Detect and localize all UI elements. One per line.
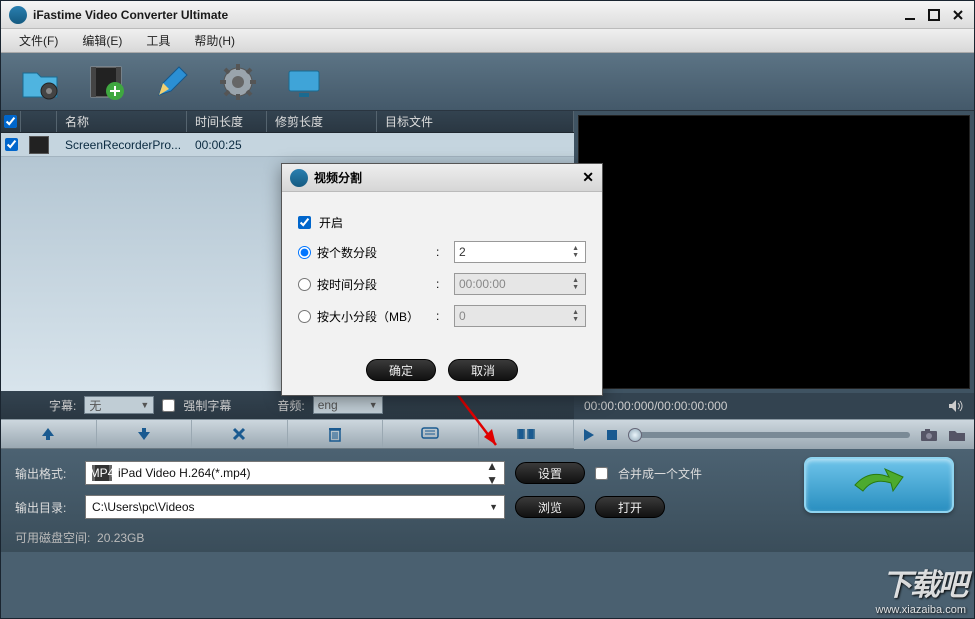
add-video-button[interactable] xyxy=(85,61,127,103)
time-input[interactable]: 00:00:00▲▼ xyxy=(454,273,586,295)
header-checkbox[interactable] xyxy=(1,111,21,132)
subtitle-select[interactable]: 无▼ xyxy=(84,396,154,414)
dialog-titlebar[interactable]: 视频分割 ✕ xyxy=(282,164,602,192)
split-button[interactable] xyxy=(479,420,575,448)
app-icon xyxy=(9,6,27,24)
subtitle-label: 字幕: xyxy=(49,397,76,414)
output-dir-combo[interactable]: C:\Users\pc\Videos ▼ xyxy=(85,495,505,519)
header-target[interactable]: 目标文件 xyxy=(377,111,574,132)
add-file-button[interactable] xyxy=(19,61,61,103)
edit-button[interactable] xyxy=(151,61,193,103)
row-checkbox[interactable] xyxy=(1,133,21,156)
play-controls xyxy=(574,419,974,449)
remove-button[interactable] xyxy=(192,420,288,448)
maximize-button[interactable] xyxy=(926,7,942,23)
by-time-label: 按时间分段 xyxy=(317,276,377,293)
table-row[interactable]: ScreenRecorderPro... 00:00:25 xyxy=(1,133,574,157)
header-name[interactable]: 名称 xyxy=(57,111,187,132)
list-header: 名称 时间长度 修剪长度 目标文件 xyxy=(1,111,574,133)
by-count-radio[interactable] xyxy=(298,246,311,259)
cancel-button[interactable]: 取消 xyxy=(448,359,518,381)
titlebar: iFastime Video Converter Ultimate xyxy=(1,1,974,29)
enable-split-checkbox[interactable] xyxy=(298,216,311,229)
dialog-close-button[interactable]: ✕ xyxy=(582,169,594,186)
count-input[interactable]: 2▲▼ xyxy=(454,241,586,263)
split-dialog: 视频分割 ✕ 开启 按个数分段 : 2▲▼ 按时间分段 : 00:00:00▲▼… xyxy=(281,163,603,396)
preview-pane: 00:00:00:000/00:00:00:000 xyxy=(574,111,974,449)
spinner-icon[interactable]: ▲▼ xyxy=(570,246,581,259)
move-down-button[interactable] xyxy=(97,420,193,448)
list-action-bar xyxy=(1,419,574,449)
menu-file[interactable]: 文件(F) xyxy=(7,29,70,52)
folder-button[interactable] xyxy=(948,428,966,442)
spinner-icon[interactable]: ▲▼ xyxy=(570,310,581,323)
output-area: 输出格式: MP4 iPad Video H.264(*.mp4) ▲▼ 设置 … xyxy=(1,449,974,552)
chevron-down-icon: ▼ xyxy=(489,502,498,512)
by-count-label: 按个数分段 xyxy=(317,244,377,261)
toolbar xyxy=(1,53,974,111)
dialog-title: 视频分割 xyxy=(314,169,362,186)
row-target xyxy=(377,133,574,156)
header-thumb xyxy=(21,111,57,132)
seek-bar[interactable] xyxy=(628,432,910,438)
close-button[interactable] xyxy=(950,7,966,23)
time-display: 00:00:00:000/00:00:00:000 xyxy=(584,399,727,413)
by-size-label: 按大小分段（MB） xyxy=(317,308,419,325)
row-duration: 00:00:25 xyxy=(187,133,267,156)
stop-button[interactable] xyxy=(606,429,618,441)
settings-pill-button[interactable]: 设置 xyxy=(515,462,585,484)
enable-split-label: 开启 xyxy=(319,214,343,231)
audio-label: 音频: xyxy=(277,397,304,414)
disk-space-line: 可用磁盘空间: 20.23GB xyxy=(15,529,960,546)
minimize-button[interactable] xyxy=(902,7,918,23)
by-size-radio[interactable] xyxy=(298,310,311,323)
chevron-down-icon: ▼ xyxy=(369,400,378,410)
volume-icon[interactable] xyxy=(948,399,964,413)
info-button[interactable] xyxy=(383,420,479,448)
clear-button[interactable] xyxy=(288,420,384,448)
size-input[interactable]: 0▲▼ xyxy=(454,305,586,327)
play-button[interactable] xyxy=(582,428,596,442)
chevron-down-icon: ▼ xyxy=(140,400,149,410)
mp4-icon: MP4 xyxy=(92,465,112,481)
move-up-button[interactable] xyxy=(1,420,97,448)
menu-help[interactable]: 帮助(H) xyxy=(182,29,247,52)
menubar: 文件(F) 编辑(E) 工具 帮助(H) xyxy=(1,29,974,53)
browse-button[interactable]: 浏览 xyxy=(515,496,585,518)
menu-tools[interactable]: 工具 xyxy=(134,29,182,52)
spinner-icon[interactable]: ▲▼ xyxy=(570,278,581,291)
row-name: ScreenRecorderPro... xyxy=(57,133,187,156)
force-subtitle-label: 强制字幕 xyxy=(183,397,231,414)
convert-button[interactable] xyxy=(804,457,954,513)
audio-select[interactable]: eng▼ xyxy=(313,396,383,414)
app-title: iFastime Video Converter Ultimate xyxy=(33,8,902,22)
header-duration[interactable]: 时间长度 xyxy=(187,111,267,132)
app-icon xyxy=(290,169,308,187)
force-subtitle-checkbox[interactable] xyxy=(162,399,175,412)
spinner-icon[interactable]: ▲▼ xyxy=(486,459,498,487)
video-preview[interactable] xyxy=(578,115,970,389)
watermark: 下载吧 www.xiazaiba.com xyxy=(876,560,966,616)
ok-button[interactable]: 确定 xyxy=(366,359,436,381)
output-dir-label: 输出目录: xyxy=(15,499,75,516)
row-thumb xyxy=(21,133,57,156)
settings-button[interactable] xyxy=(217,61,259,103)
svg-text:MP4: MP4 xyxy=(92,466,112,480)
open-button[interactable]: 打开 xyxy=(595,496,665,518)
merge-label: 合并成一个文件 xyxy=(618,465,702,482)
snapshot-button[interactable] xyxy=(920,428,938,442)
row-trim xyxy=(267,133,377,156)
menu-edit[interactable]: 编辑(E) xyxy=(70,29,134,52)
merge-checkbox[interactable] xyxy=(595,467,608,480)
output-format-label: 输出格式: xyxy=(15,465,75,482)
time-bar: 00:00:00:000/00:00:00:000 xyxy=(574,393,974,419)
header-trim[interactable]: 修剪长度 xyxy=(267,111,377,132)
seek-thumb[interactable] xyxy=(628,428,642,442)
monitor-button[interactable] xyxy=(283,61,325,103)
by-time-radio[interactable] xyxy=(298,278,311,291)
output-format-combo[interactable]: MP4 iPad Video H.264(*.mp4) ▲▼ xyxy=(85,461,505,485)
